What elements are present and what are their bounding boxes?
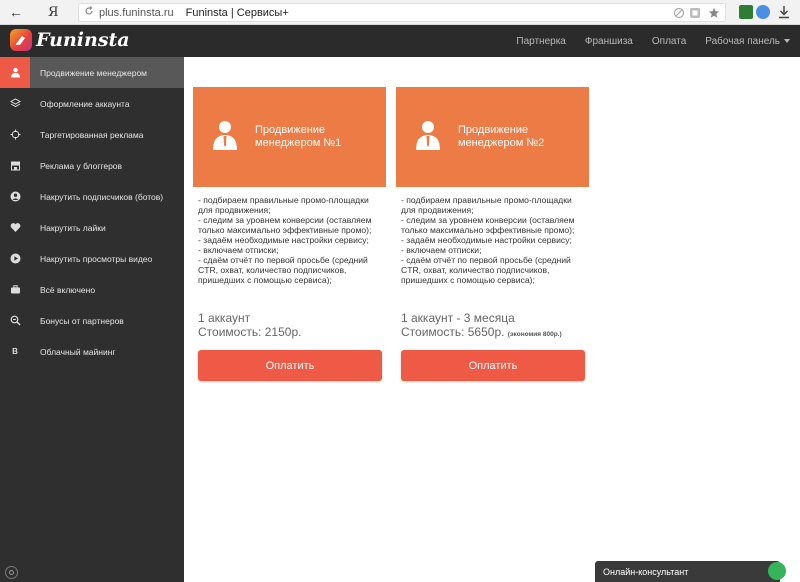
logo-text: Funinsta (36, 29, 130, 51)
layers-icon (0, 88, 30, 119)
nav-franchise-link[interactable]: Франшиза (585, 36, 633, 47)
manager-person-icon (211, 120, 239, 155)
page-title: Funinsta | Сервисы+ (185, 6, 289, 19)
card-title: Продвижение менеджером №2 (458, 124, 545, 149)
back-button[interactable]: ← (6, 2, 26, 22)
sidebar-item-account-design[interactable]: Оформление аккаунта (0, 88, 184, 119)
card-header: Продвижение менеджером №1 (193, 87, 386, 187)
sidebar-item-label: Бонусы от партнеров (40, 315, 124, 326)
price-note: (экономия 800р.) (507, 331, 562, 338)
online-status-icon (768, 562, 786, 580)
card-description: - подбираем правильные промо-площадки дл… (396, 187, 589, 311)
consultant-label: Онлайн-консультант (603, 566, 689, 577)
settings-circle-icon[interactable] (5, 566, 18, 579)
extension-icon[interactable] (739, 5, 753, 19)
sidebar-item-targeted-ads[interactable]: Таргетированная реклама (0, 119, 184, 150)
sidebar-item-partner-bonuses[interactable]: Бонусы от партнеров (0, 305, 184, 336)
app-header: Funinsta Партнерка Франшиза Оплата Рабоч… (0, 25, 800, 57)
sidebar: Продвижение менеджером Оформление аккаун… (0, 57, 184, 582)
sidebar-item-label: Оформление аккаунта (40, 98, 130, 109)
card-price: 1 аккаунт - 3 месяца Стоимость: 5650р. (… (396, 311, 589, 342)
card-desc-line: - следим за уровнем конверсии (оставляем… (198, 215, 372, 235)
top-nav: Партнерка Франшиза Оплата Рабочая панель (497, 25, 790, 57)
sidebar-item-label: Накрутить подписчиков (ботов) (40, 191, 164, 202)
sidebar-item-manager-promo[interactable]: Продвижение менеджером (0, 57, 184, 88)
card-desc-line: - включаем отписки; (198, 245, 279, 255)
price-cost: Стоимость: 5650р. (401, 325, 505, 339)
nav-partner-link[interactable]: Партнерка (516, 36, 565, 47)
sidebar-item-label: Реклама у блоггеров (40, 160, 123, 171)
bitcoin-glyph: B (12, 347, 18, 356)
sidebar-item-label: Накрутить лайки (40, 222, 106, 233)
person-icon (0, 57, 30, 88)
heart-icon (0, 212, 30, 243)
nav-payment-link[interactable]: Оплата (652, 36, 686, 47)
nav-dashboard-dropdown[interactable]: Рабочая панель (705, 36, 790, 47)
user-circle-icon (0, 181, 30, 212)
url-domain: plus.funinsta.ru (99, 6, 174, 19)
back-arrow-icon: ← (9, 4, 23, 20)
sidebar-item-blogger-ads[interactable]: Реклама у блоггеров (0, 150, 184, 181)
refresh-icon[interactable] (81, 6, 97, 19)
card-desc-line: - сдаём отчёт по первой просьбе (средний… (401, 255, 571, 285)
sidebar-item-label: Накрутить просмотры видео (40, 253, 153, 264)
service-card-1: Продвижение менеджером №1 - подбираем пр… (193, 87, 386, 381)
card-description: - подбираем правильные промо-площадки дл… (193, 187, 386, 311)
star-icon[interactable] (708, 7, 720, 19)
card-desc-line: - подбираем правильные промо-площадки дл… (401, 195, 572, 215)
sidebar-item-all-inclusive[interactable]: Всё включено (0, 274, 184, 305)
protect-icon[interactable] (689, 7, 701, 19)
card-desc-line: - задаём необходимые настройки сервису; (198, 235, 369, 245)
card-desc-line: - задаём необходимые настройки сервису; (401, 235, 572, 245)
price-cost: Стоимость: 2150р. (198, 325, 302, 339)
card-desc-line: - сдаём отчёт по первой просьбе (средний… (198, 255, 368, 285)
bitcoin-icon: B (0, 336, 30, 367)
card-price: 1 аккаунт Стоимость: 2150р. (193, 311, 386, 342)
price-accounts: 1 аккаунт (198, 311, 251, 325)
card-desc-line: - следим за уровнем конверсии (оставляем… (401, 215, 575, 235)
browser-toolbar: ← Я plus.funinsta.ru Funinsta | Сервисы+ (0, 0, 800, 25)
pay-button[interactable]: Оплатить (198, 350, 382, 381)
download-icon[interactable] (778, 5, 792, 19)
globe-extension-icon[interactable] (756, 5, 770, 19)
blocked-icon[interactable] (673, 7, 685, 19)
yandex-button[interactable]: Я (48, 5, 59, 20)
pay-button[interactable]: Оплатить (401, 350, 585, 381)
sidebar-item-likes[interactable]: Накрутить лайки (0, 212, 184, 243)
address-bar[interactable]: plus.funinsta.ru Funinsta | Сервисы+ (78, 3, 726, 22)
sidebar-item-label: Облачный майнинг (40, 346, 116, 357)
sidebar-item-video-views[interactable]: Накрутить просмотры видео (0, 243, 184, 274)
zoom-icon (0, 305, 30, 336)
briefcase-icon (0, 274, 30, 305)
logo[interactable]: Funinsta (10, 29, 130, 51)
card-desc-line: - включаем отписки; (401, 245, 482, 255)
sidebar-item-label: Всё включено (40, 284, 96, 295)
target-icon (0, 119, 30, 150)
sidebar-item-label: Таргетированная реклама (40, 129, 144, 140)
card-title: Продвижение менеджером №1 (255, 124, 342, 149)
card-desc-line: - подбираем правильные промо-площадки дл… (198, 195, 369, 215)
store-icon (0, 150, 30, 181)
play-icon (0, 243, 30, 274)
chevron-down-icon (784, 38, 790, 43)
online-consultant-widget[interactable]: Онлайн-консультант (595, 561, 786, 582)
service-card-2: Продвижение менеджером №2 - подбираем пр… (396, 87, 589, 381)
sidebar-item-label: Продвижение менеджером (40, 67, 148, 78)
sidebar-item-followers[interactable]: Накрутить подписчиков (ботов) (0, 181, 184, 212)
card-header: Продвижение менеджером №2 (396, 87, 589, 187)
price-accounts: 1 аккаунт - 3 месяца (401, 311, 515, 325)
manager-person-icon (414, 120, 442, 155)
logo-icon (10, 29, 32, 51)
sidebar-item-cloud-mining[interactable]: B Облачный майнинг (0, 336, 184, 367)
nav-dashboard-label: Рабочая панель (705, 35, 780, 47)
